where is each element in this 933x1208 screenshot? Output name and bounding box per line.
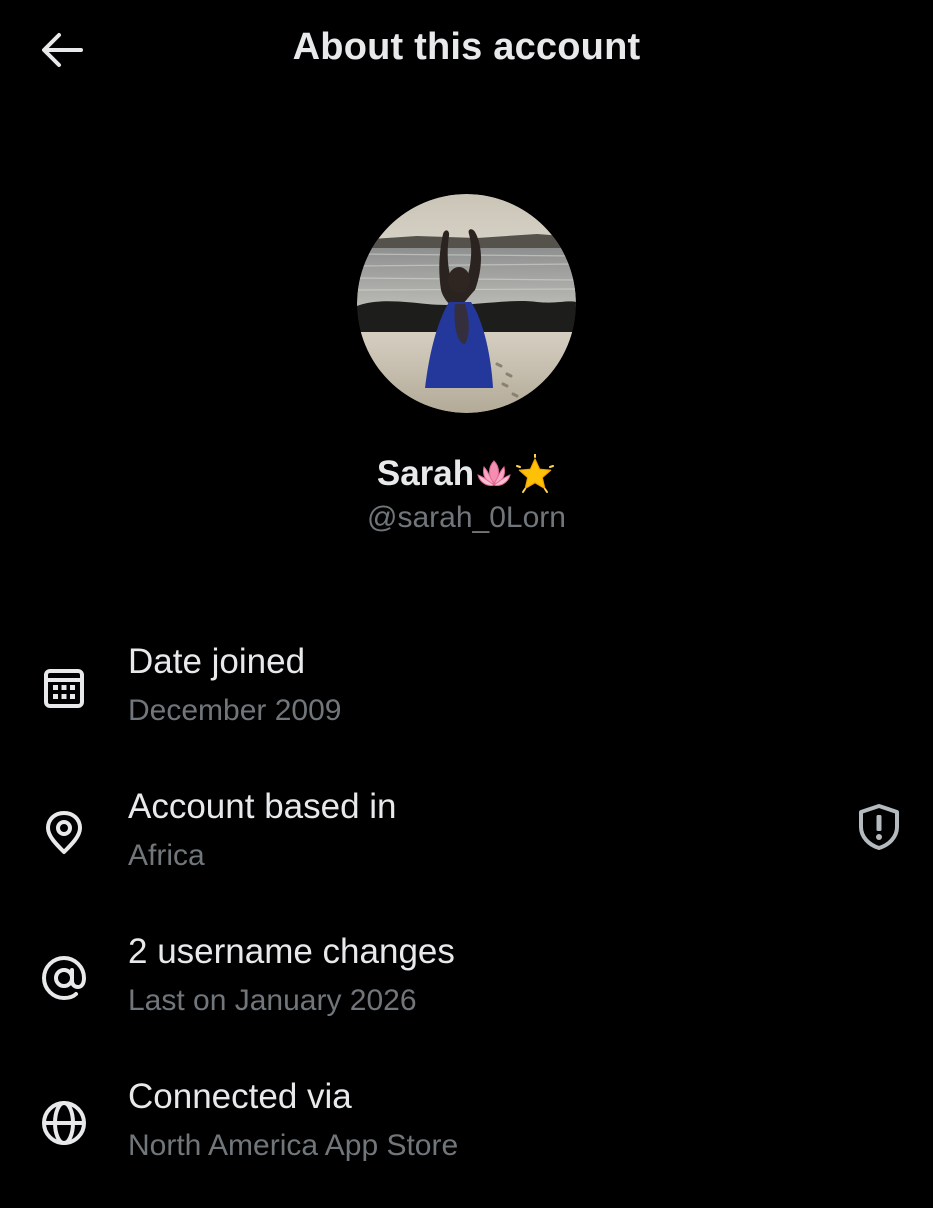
connected-via-value: North America App Store [128,1129,459,1162]
location-info-button[interactable] [851,799,907,855]
account-based-in-value: Africa [128,839,205,872]
info-row-connected-via: Connected via North America App Store [0,1063,933,1208]
username-handle: @sarah_0Lorn [367,501,566,534]
info-row-account-based-in: Account based in Africa [0,773,933,918]
page-title: About this account [292,26,641,68]
username-changes-label: 2 username changes [128,932,455,971]
calendar-icon [44,669,84,708]
lotus-emoji [477,460,511,486]
at-sign-icon [41,955,87,1001]
globe-icon [42,1101,86,1145]
location-pin-icon [46,811,82,854]
display-name-row: Sarah [377,451,556,497]
connected-via-label: Connected via [128,1077,352,1116]
display-name: Sarah [376,454,475,493]
top-bar: About this account [0,0,933,100]
shield-alert-icon [859,804,899,850]
info-row-username-changes: 2 username changes Last on January 2026 [0,918,933,1063]
username-changes-value: Last on January 2026 [128,984,417,1017]
account-based-in-label: Account based in [128,787,397,826]
date-joined-value: December 2009 [128,694,342,727]
account-info-list: Date joined December 2009 Account based … [0,628,933,1208]
glowing-star-emoji [516,454,555,493]
date-joined-label: Date joined [128,642,306,681]
avatar[interactable] [357,194,576,413]
info-row-date-joined: Date joined December 2009 [0,628,933,773]
profile-summary: Sarah @sarah_0Lorn [0,194,933,535]
